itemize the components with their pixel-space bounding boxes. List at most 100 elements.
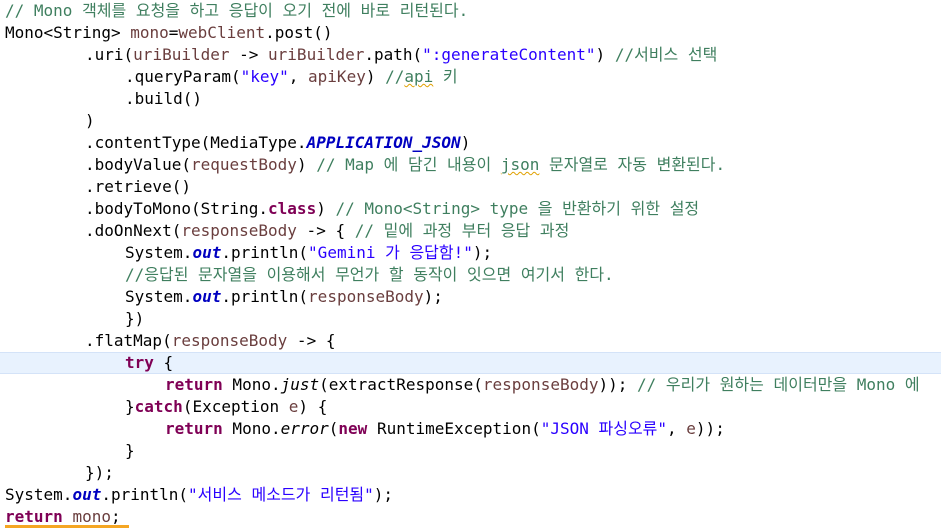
code-line[interactable]: .bodyToMono(String.class) // Mono<String… <box>0 198 941 220</box>
code-token: (extractResponse( <box>319 375 483 394</box>
code-token: out <box>192 287 222 306</box>
code-line[interactable]: .retrieve() <box>0 176 941 198</box>
code-token: -> { <box>296 221 355 240</box>
code-line[interactable]: Mono<String> mono=webClient.post() <box>0 22 941 44</box>
code-line[interactable]: .build() <box>0 88 941 110</box>
code-line[interactable]: .bodyValue(requestBody) // Map 에 담긴 내용이 … <box>0 154 941 176</box>
code-token: "서비스 메소드가 리턴됨" <box>188 485 374 504</box>
code-token: error <box>280 419 329 438</box>
current-code-line[interactable]: try { <box>0 352 941 374</box>
code-line[interactable]: return mono; <box>0 506 941 528</box>
code-line[interactable]: } <box>0 440 941 462</box>
code-token: .flatMap( <box>85 331 172 350</box>
code-line[interactable]: }); <box>0 462 941 484</box>
code-token: .retrieve() <box>85 177 191 196</box>
code-token: ); <box>423 287 443 306</box>
code-token: // <box>385 67 405 86</box>
code-line[interactable]: .flatMap(responseBody -> { <box>0 330 941 352</box>
code-token: "JSON 파싱오류" <box>540 419 668 438</box>
code-line[interactable]: }catch(Exception e) { <box>0 396 941 418</box>
code-token: catch <box>134 397 183 416</box>
code-token: .post() <box>265 23 333 42</box>
code-token: -> { <box>287 331 336 350</box>
code-token: return <box>5 507 63 526</box>
code-token: // 밑에 과정 부터 응답 과정 <box>354 221 570 240</box>
code-token: uriBuilder <box>268 45 365 64</box>
code-token: ) <box>296 155 317 174</box>
code-token: RuntimeException( <box>367 419 541 438</box>
code-token: new <box>338 419 368 438</box>
code-token: // Mono 객체를 요청을 하고 응답이 오기 전에 바로 리턴된다. <box>5 1 469 20</box>
code-line[interactable]: return Mono.error(new RuntimeException("… <box>0 418 941 440</box>
code-line[interactable]: //응답된 문자열을 이용해서 무언가 할 동작이 잇으면 여기서 한다. <box>0 264 941 286</box>
code-token: requestBody <box>190 155 297 174</box>
code-token: .println( <box>221 287 309 306</box>
code-token: System. <box>125 287 193 306</box>
code-token: "key" <box>240 67 289 86</box>
code-token: just <box>280 375 320 394</box>
code-token: json <box>500 155 540 174</box>
code-token: Mono. <box>222 375 281 394</box>
code-line[interactable]: .queryParam("key", apiKey) //api 키 <box>0 66 941 88</box>
code-token: e <box>288 397 299 416</box>
code-token: ) <box>595 45 615 64</box>
code-token: //응답된 문자열을 이용해서 무언가 할 동작이 잇으면 여기서 한다. <box>125 265 614 284</box>
code-token: .queryParam( <box>125 67 241 86</box>
code-token: }); <box>85 463 114 482</box>
code-line[interactable]: .uri(uriBuilder -> uriBuilder.path(":gen… <box>0 44 941 66</box>
code-token: //서비스 선택 <box>614 45 718 64</box>
code-token: // Mono<String> type 을 반환하기 위한 설정 <box>335 199 700 218</box>
code-line[interactable]: System.out.println("서비스 메소드가 리턴됨"); <box>0 484 941 506</box>
code-token: .contentType(MediaType. <box>85 133 307 152</box>
code-token: .bodyValue( <box>85 155 191 174</box>
code-line[interactable]: System.out.println("Gemini 가 응답함!"); <box>0 242 941 264</box>
code-editor[interactable]: // Mono 객체를 요청을 하고 응답이 오기 전에 바로 리턴된다. Mon… <box>0 0 941 529</box>
code-token: } <box>125 397 135 416</box>
code-token: ) <box>316 199 336 218</box>
code-token: )); <box>695 419 725 438</box>
code-token: ":generateContent" <box>422 45 596 64</box>
code-line[interactable]: // Mono 객체를 요청을 하고 응답이 오기 전에 바로 리턴된다. <box>0 0 941 22</box>
code-line[interactable]: }) <box>0 308 941 330</box>
code-token: 문자열로 자동 변환된다. <box>539 155 726 174</box>
code-token: .println( <box>101 485 189 504</box>
code-token: APPLICATION_JSON <box>306 133 461 152</box>
code-token: .uri( <box>85 45 134 64</box>
code-token: responseBody <box>181 221 297 240</box>
code-token: .bodyToMono(String. <box>85 199 269 218</box>
code-token: ) <box>365 67 386 86</box>
code-token: // Map 에 담긴 내용이 <box>316 155 501 174</box>
code-token: -> <box>229 45 269 64</box>
code-token: mono <box>130 23 169 42</box>
code-token: .println( <box>221 243 309 262</box>
code-token: "Gemini 가 응답함!" <box>308 243 473 262</box>
code-line[interactable]: .doOnNext(responseBody -> { // 밑에 과정 부터 … <box>0 220 941 242</box>
code-token: System. <box>125 243 193 262</box>
code-line[interactable]: System.out.println(responseBody); <box>0 286 941 308</box>
code-token: }) <box>125 309 145 328</box>
code-token: , <box>288 67 309 86</box>
code-token: Mono. <box>222 419 281 438</box>
code-token: class <box>268 199 317 218</box>
code-token: ; <box>110 507 121 526</box>
code-token: .path( <box>364 45 423 64</box>
code-token: ) { <box>298 397 328 416</box>
code-token: // 우리가 원하는 데이터만을 Mono 에 <box>637 375 920 394</box>
code-token: api <box>404 67 434 86</box>
code-token: try <box>125 353 154 372</box>
code-line[interactable]: .contentType(MediaType.APPLICATION_JSON) <box>0 132 941 154</box>
code-token: 키 <box>433 67 458 86</box>
code-token: apiKey <box>308 67 366 86</box>
code-token: ); <box>472 243 493 262</box>
code-token: responseBody <box>171 331 288 350</box>
code-token: .doOnNext( <box>85 221 182 240</box>
code-token: ) <box>85 111 95 130</box>
code-line[interactable]: ) <box>0 110 941 132</box>
code-line[interactable]: return Mono.just(extractResponse(respons… <box>0 374 941 396</box>
code-token: webClient <box>178 23 266 42</box>
code-token: , <box>667 419 687 438</box>
code-token: ( <box>328 419 339 438</box>
code-token: e <box>686 419 696 438</box>
code-token: out <box>192 243 222 262</box>
